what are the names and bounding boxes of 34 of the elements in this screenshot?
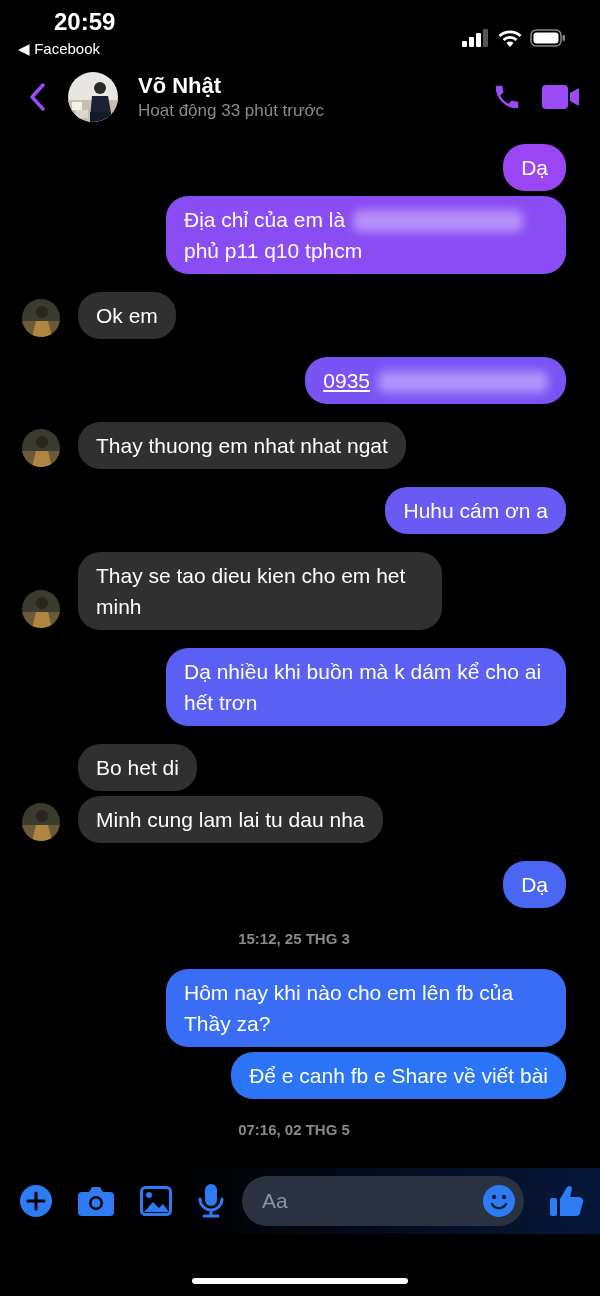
message-bubble[interactable]: Để e canh fb e Share về viết bài: [231, 1052, 566, 1099]
contact-name: Võ Nhật: [138, 73, 223, 99]
emoji-icon[interactable]: [483, 1185, 515, 1217]
message-text: phủ p11 q10 tphcm: [184, 239, 363, 262]
activity-status: Hoạt động 33 phút trước: [138, 101, 326, 121]
message-bubble[interactable]: Thay thuong em nhat nhat ngat: [78, 422, 406, 469]
add-icon[interactable]: [20, 1185, 52, 1217]
message-bubble[interactable]: 0935: [305, 357, 566, 404]
back-icon[interactable]: [28, 82, 46, 112]
wifi-icon: [498, 29, 522, 47]
signal-icon: [462, 29, 490, 47]
camera-icon[interactable]: [78, 1186, 114, 1216]
message-bubble[interactable]: Huhu cám ơn a: [385, 487, 566, 534]
phone-link[interactable]: 0935: [323, 369, 370, 392]
message-bubble[interactable]: Hôm nay khi nào cho em lên fb của Thầy za?: [166, 969, 566, 1047]
timestamp: 15:12, 25 THG 3: [237, 930, 351, 947]
message-text: Địa chỉ của em là: [184, 208, 346, 231]
video-call-icon[interactable]: [542, 84, 580, 110]
battery-icon: [530, 29, 566, 47]
back-to-app-link[interactable]: ◀ Facebook: [18, 40, 101, 58]
microphone-icon[interactable]: [198, 1184, 224, 1218]
message-bubble[interactable]: Minh cung lam lai tu dau nha: [78, 796, 383, 843]
timestamp: 07:16, 02 THG 5: [237, 1121, 351, 1138]
message-bubble[interactable]: Ok em: [78, 292, 176, 339]
message-bubble[interactable]: Dạ: [503, 144, 566, 191]
status-time: 20:59: [54, 8, 116, 36]
message-input[interactable]: Aa: [242, 1176, 524, 1226]
message-bubble[interactable]: Dạ nhiều khi buồn mà k dám kể cho ai hết trơn: [166, 648, 566, 726]
image-icon[interactable]: [140, 1186, 172, 1216]
message-bubble[interactable]: Thay se tao dieu kien cho em het minh: [78, 552, 442, 630]
thumbs-up-icon[interactable]: [550, 1184, 584, 1218]
message-bubble[interactable]: Dạ: [503, 861, 566, 908]
message-bubble[interactable]: Địa chỉ của em là phủ p11 q10 tphcm: [166, 196, 566, 274]
message-bubble[interactable]: Bo het di: [78, 744, 197, 791]
